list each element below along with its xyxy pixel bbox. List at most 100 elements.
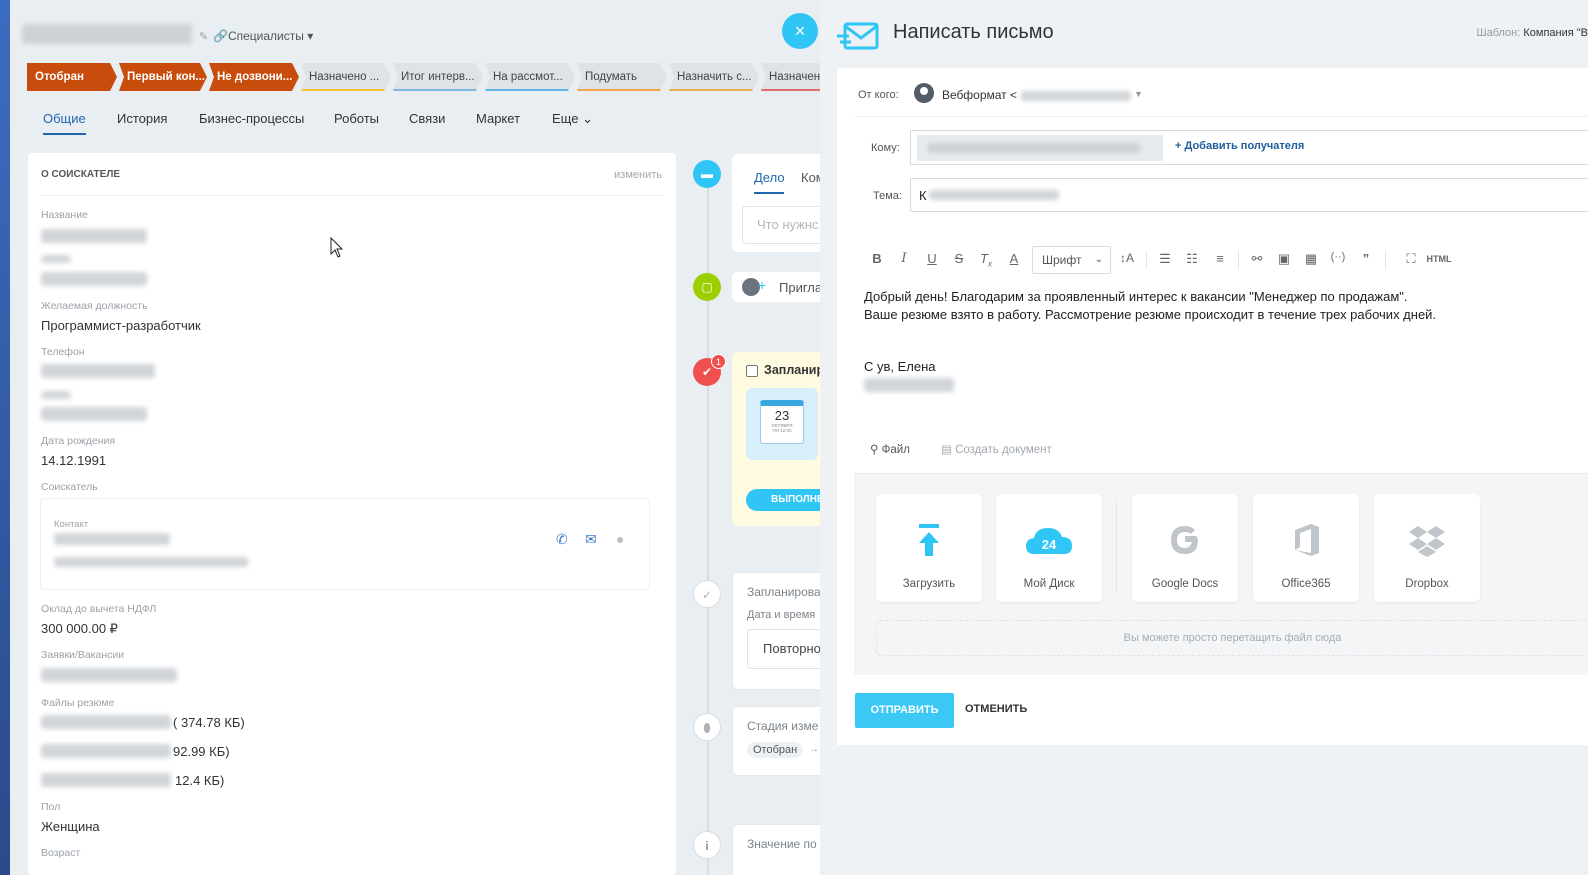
- divider: [854, 116, 1588, 117]
- field-label: Заявки/Вакансии: [41, 649, 125, 661]
- message-body[interactable]: Добрый день! Благодарим за проявленный и…: [864, 288, 1436, 324]
- complete-button[interactable]: ВЫПОЛНЕ: [746, 489, 830, 511]
- stage-item[interactable]: Первый кон...: [119, 63, 207, 91]
- text-color-icon[interactable]: A: [1004, 251, 1024, 266]
- divider: [1385, 251, 1386, 269]
- history-title: Запланирова: [747, 585, 821, 599]
- underline-icon[interactable]: U: [922, 251, 942, 266]
- stage-item[interactable]: Не дозвони...: [209, 63, 299, 91]
- chevron-down-icon[interactable]: ▼: [1134, 89, 1143, 99]
- category-breadcrumb[interactable]: 🔗Специалисты ▾: [213, 29, 313, 43]
- upload-button[interactable]: Загрузить: [876, 494, 982, 602]
- template-selector[interactable]: Шаблон: Компания "В: [1477, 27, 1588, 39]
- file-size: 92.99 КБ): [173, 744, 230, 759]
- align-icon[interactable]: ≡: [1210, 251, 1230, 266]
- plus-icon: +: [758, 277, 767, 293]
- value-card: Значение по: [732, 824, 830, 875]
- quote-icon[interactable]: ”: [1356, 251, 1376, 266]
- phone-icon[interactable]: ✆: [556, 531, 568, 548]
- bold-icon[interactable]: B: [867, 251, 887, 266]
- table-icon[interactable]: ▦: [1301, 251, 1321, 267]
- stage-item[interactable]: Подумать: [577, 63, 667, 91]
- cancel-button[interactable]: ОТМЕНИТЬ: [965, 703, 1027, 715]
- font-size-icon[interactable]: ↕A: [1117, 251, 1137, 265]
- subject-input[interactable]: К: [910, 178, 1588, 212]
- tab-robots[interactable]: Роботы: [334, 111, 379, 126]
- from-label: От кого:: [858, 89, 899, 101]
- page-title: Написать письмо: [893, 21, 1054, 43]
- create-document-link[interactable]: ▤ Создать документ: [941, 442, 1052, 456]
- attach-file-link[interactable]: ⚲ Файл: [870, 442, 910, 456]
- chevron-down-icon: ⌄: [582, 111, 593, 126]
- tab-more[interactable]: Еще ⌄: [552, 111, 593, 127]
- source-label: Мой Диск: [1023, 578, 1075, 590]
- tab-deal[interactable]: Дело: [754, 170, 785, 185]
- close-slider-button[interactable]: ×: [782, 13, 818, 49]
- stage-item[interactable]: Назначено ...: [301, 63, 391, 91]
- field-label: Пол: [41, 801, 61, 813]
- signature: С ув, Елена: [864, 359, 936, 374]
- tab-general[interactable]: Общие: [43, 111, 86, 135]
- stage-item[interactable]: На рассмот...: [485, 63, 575, 91]
- code-icon[interactable]: (··): [1328, 251, 1348, 263]
- link-icon[interactable]: ⚯: [1247, 251, 1267, 267]
- office-icon: [1295, 524, 1319, 556]
- from-select[interactable]: Вебформат <: [942, 88, 1131, 102]
- font-select[interactable]: Шрифт ⌄: [1032, 246, 1111, 274]
- recipients-field[interactable]: + Добавить получателя: [910, 130, 1588, 165]
- field-label: Дата рождения: [41, 435, 116, 447]
- field-label: Желаемая должность: [41, 300, 148, 312]
- calendar-icon: 23 ОКТЯБРЯ ПН 12:00: [746, 388, 818, 460]
- fullscreen-icon[interactable]: ⛶: [1401, 251, 1421, 267]
- chat-icon[interactable]: ●: [616, 531, 624, 547]
- source-label: Office365: [1281, 578, 1331, 590]
- invite-card[interactable]: + Пригла: [732, 272, 830, 302]
- chat-icon: ▢: [693, 273, 721, 301]
- crm-card: ✎ 🔗Специалисты ▾ × Отобран Первый кон...…: [0, 0, 830, 875]
- activity-input[interactable]: Что нужнс: [742, 206, 830, 244]
- cloud-drive-icon: 24: [1026, 528, 1072, 554]
- tab-links[interactable]: Связи: [409, 111, 445, 126]
- stage-chip: Отобран: [747, 742, 804, 758]
- field-label: Контакт: [54, 519, 89, 530]
- image-icon[interactable]: ▣: [1274, 251, 1294, 267]
- edit-link[interactable]: изменить: [614, 169, 662, 181]
- upload-icon: [919, 524, 939, 556]
- field-label: Соискатель: [41, 481, 98, 493]
- close-icon: ×: [794, 21, 806, 41]
- edit-pencil-icon[interactable]: ✎: [199, 30, 208, 43]
- salary-value: 300 000.00 ₽: [41, 621, 118, 636]
- task-checkbox[interactable]: [746, 365, 758, 377]
- html-mode-icon[interactable]: HTML: [1426, 254, 1452, 264]
- bullet-list-icon[interactable]: ☷: [1182, 251, 1202, 267]
- stage-item[interactable]: Итог интерв...: [393, 63, 483, 91]
- mail-icon[interactable]: ✉: [585, 531, 597, 548]
- field-label: Телефон: [41, 346, 85, 358]
- field-label: Файлы резюме: [41, 697, 115, 709]
- recipient-chip[interactable]: [917, 135, 1163, 161]
- redacted-file-name: [41, 773, 171, 787]
- clear-format-icon[interactable]: Tx: [976, 251, 996, 269]
- ordered-list-icon[interactable]: ☰: [1155, 251, 1175, 267]
- drop-zone[interactable]: Вы можете просто перетащить файл сюда: [876, 620, 1588, 656]
- redacted-subject: [929, 190, 1059, 200]
- stage-item[interactable]: Назначить с...: [669, 63, 759, 91]
- paperclip-icon: ⚲: [870, 444, 879, 456]
- italic-icon[interactable]: I: [894, 251, 914, 266]
- strikethrough-icon[interactable]: S: [949, 251, 969, 266]
- body-line: Добрый день! Благодарим за проявленный и…: [864, 289, 1408, 304]
- to-label: Кому:: [871, 142, 900, 154]
- add-recipient-link[interactable]: + Добавить получателя: [1175, 140, 1304, 152]
- tab-history[interactable]: История: [117, 111, 167, 126]
- send-button[interactable]: ОТПРАВИТЬ: [855, 693, 954, 728]
- redacted-label: [41, 255, 71, 263]
- google-docs-button[interactable]: Google Docs: [1132, 494, 1238, 602]
- my-drive-button[interactable]: 24 Мой Диск: [996, 494, 1102, 602]
- stage-item[interactable]: Отобран: [27, 63, 117, 91]
- file-size: 12.4 КБ): [175, 773, 225, 788]
- office365-button[interactable]: Office365: [1253, 494, 1359, 602]
- gender-value: Женщина: [41, 819, 100, 834]
- tab-business-processes[interactable]: Бизнес-процессы: [199, 111, 304, 126]
- tab-market[interactable]: Маркет: [476, 111, 520, 126]
- dropbox-button[interactable]: Dropbox: [1374, 494, 1480, 602]
